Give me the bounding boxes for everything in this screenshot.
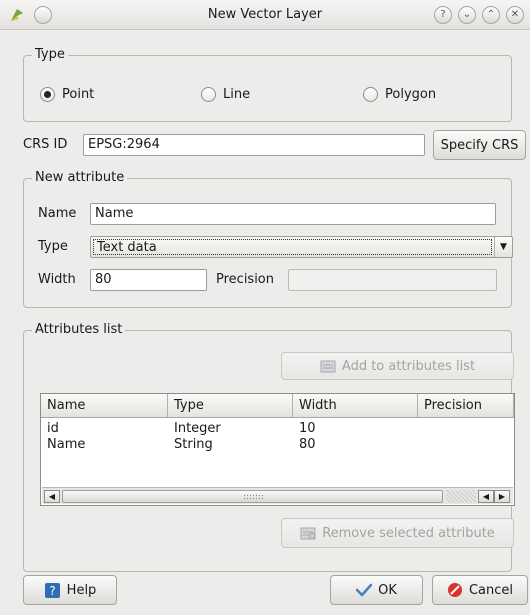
type-group-title: Type [32,47,68,62]
new-attribute-group-title: New attribute [32,170,128,185]
title-bar: New Vector Layer ? ⌄ ⌃ ✕ [0,0,530,30]
attribute-type-value: Text data [93,239,492,255]
remove-attribute-icon [300,527,316,540]
radio-polygon[interactable]: Polygon [363,87,436,102]
ok-button-label: OK [378,582,397,598]
help-button[interactable]: ? Help [23,575,117,605]
add-attribute-icon [320,360,336,373]
attributes-table: Name Type Width Precision id Integer 10 … [40,393,515,506]
help-button-label: Help [66,582,97,598]
cell-type: Integer [174,421,221,436]
crs-id-field[interactable]: EPSG:2964 [83,134,425,156]
attribute-width-field[interactable]: 80 [90,269,207,291]
column-header-width[interactable]: Width [293,394,418,418]
cell-type: String [174,437,213,452]
new-vector-layer-dialog: New Vector Layer ? ⌄ ⌃ ✕ Type Point Line… [0,0,530,615]
help-book-icon: ? [44,582,60,598]
cell-precision [418,437,424,453]
scrollbar-track[interactable] [446,490,476,503]
maximize-icon[interactable]: ⌃ [482,6,500,24]
scroll-right-arrow-icon[interactable]: ▶ [494,490,510,503]
specify-crs-label: Specify CRS [440,137,519,153]
cell-width: 80 [299,437,316,452]
column-header-name[interactable]: Name [41,394,168,418]
cell-width: 10 [299,421,316,436]
radio-point[interactable]: Point [40,87,94,102]
cancel-button-label: Cancel [468,582,514,598]
radio-line-label: Line [223,87,251,102]
horizontal-scrollbar[interactable]: ◀ ◀ ▶ [42,487,513,504]
name-label: Name [38,206,77,221]
checkmark-icon [356,583,373,597]
attribute-precision-field[interactable] [288,269,497,291]
radio-point-label: Point [62,87,95,102]
svg-text:?: ? [49,584,55,598]
cancel-button[interactable]: Cancel [432,575,528,605]
ok-button[interactable]: OK [330,575,423,605]
column-header-precision[interactable]: Precision [418,394,514,418]
cell-name: Name [47,437,86,452]
add-to-attributes-list-label: Add to attributes list [341,358,476,374]
crs-label: CRS ID [23,137,68,152]
radio-polygon-label: Polygon [385,87,437,102]
type-label: Type [38,239,68,254]
specify-crs-button[interactable]: Specify CRS [433,130,526,160]
width-label: Width [38,272,76,287]
minimize-icon[interactable]: ⌄ [458,6,476,24]
grip-icon [243,494,265,500]
attribute-type-dropdown[interactable]: Text data ▼ [90,236,513,258]
type-groupbox: Type Point Line Polygon [23,47,512,122]
precision-label: Precision [216,272,275,287]
scroll-left-arrow-icon[interactable]: ◀ [478,490,494,503]
radio-line[interactable]: Line [201,87,250,102]
help-icon[interactable]: ? [434,6,452,24]
scrollbar-thumb[interactable] [62,490,443,503]
radio-line-indicator[interactable] [201,87,216,102]
column-header-type[interactable]: Type [168,394,293,418]
cell-precision [418,421,424,437]
close-icon[interactable]: ✕ [506,6,524,24]
add-to-attributes-list-button[interactable]: Add to attributes list [281,352,514,380]
scroll-left-arrow-icon[interactable]: ◀ [44,490,60,503]
attributes-list-group-title: Attributes list [32,322,126,337]
remove-selected-attribute-label: Remove selected attribute [322,525,495,541]
chevron-down-icon[interactable]: ▼ [494,237,512,257]
cancel-icon [447,583,462,597]
cell-name: id [47,421,59,436]
radio-point-indicator[interactable] [40,87,55,102]
radio-polygon-indicator[interactable] [363,87,378,102]
attribute-name-field[interactable]: Name [90,203,496,225]
remove-selected-attribute-button[interactable]: Remove selected attribute [281,518,514,548]
